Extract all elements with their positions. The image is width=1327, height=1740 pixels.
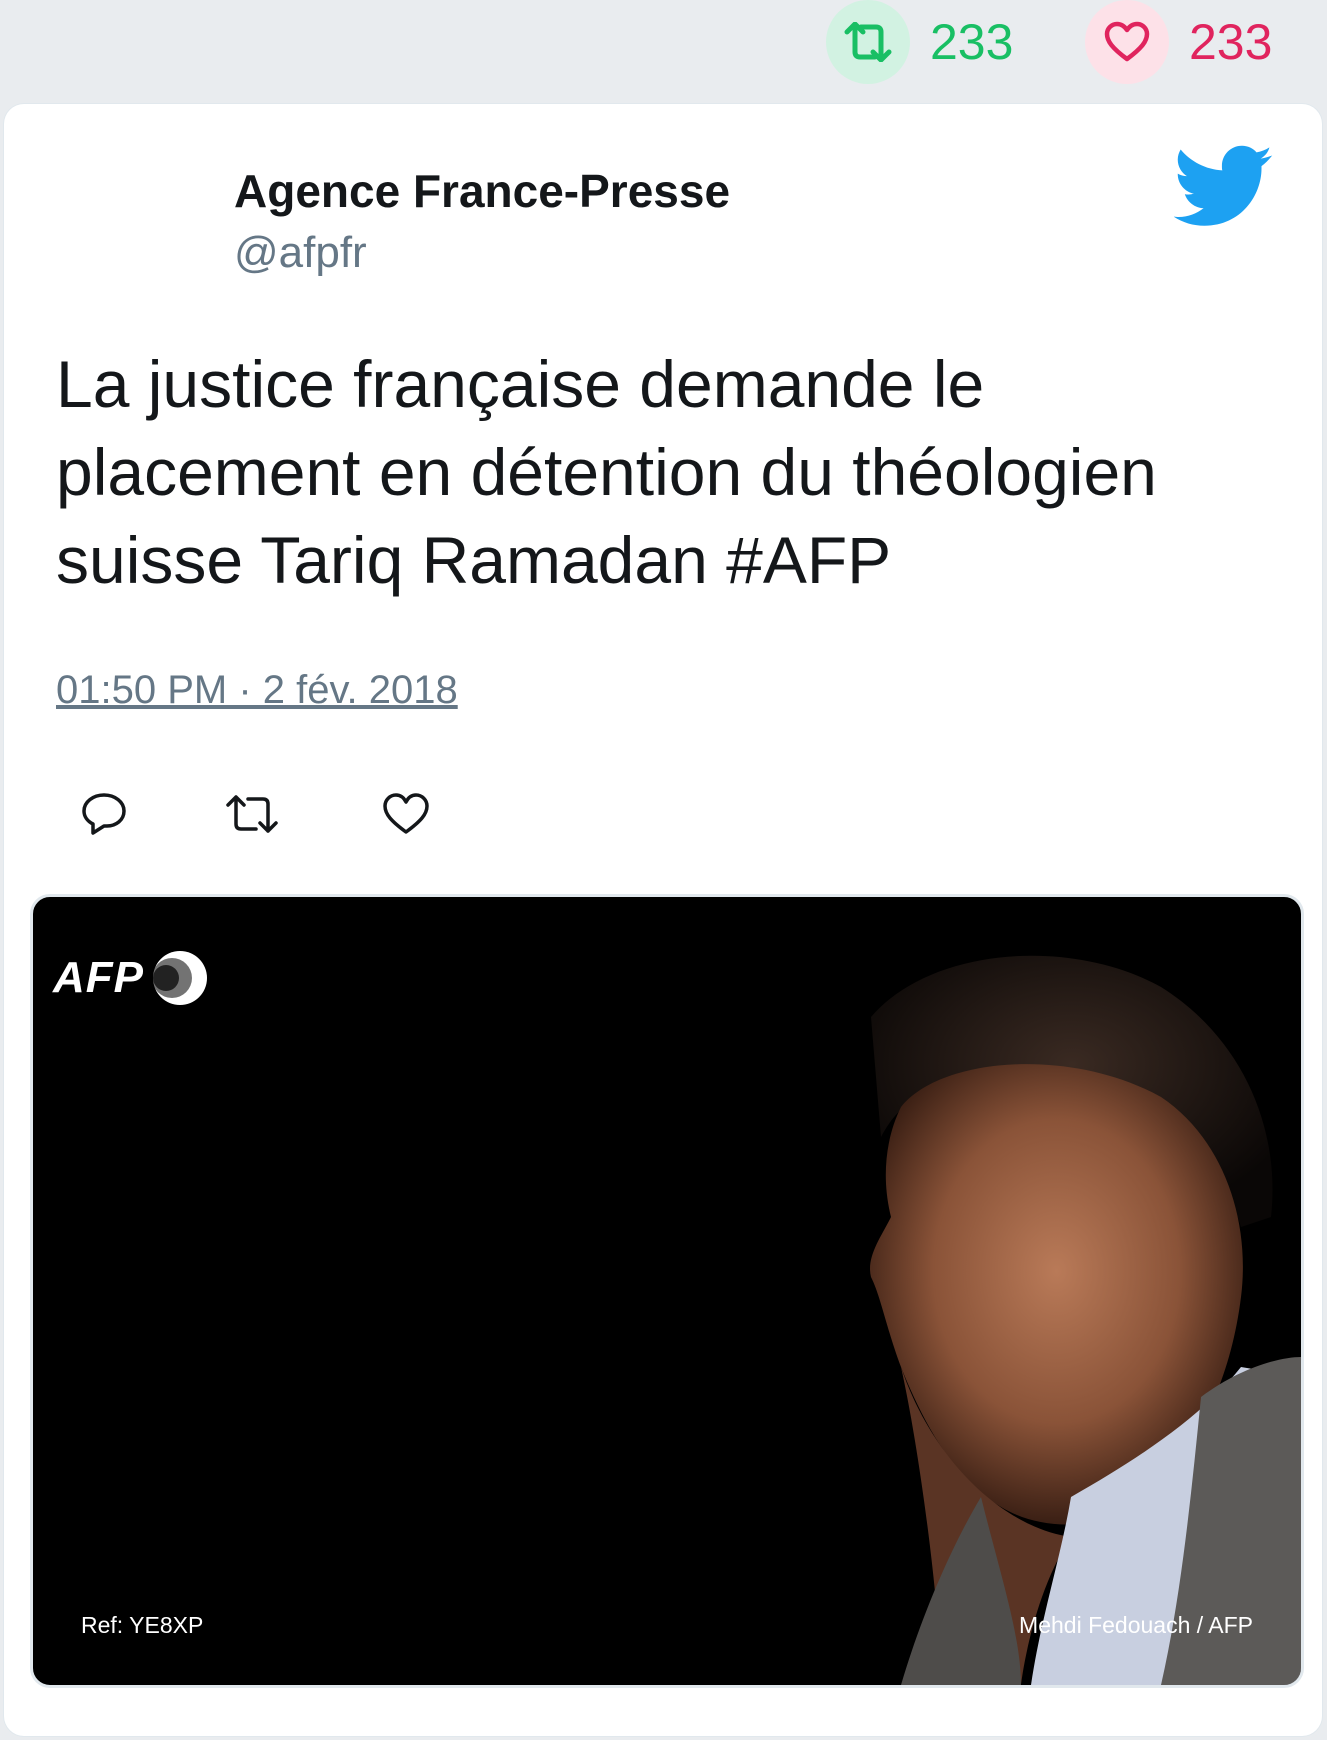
retweet-count: 233 xyxy=(930,14,1014,70)
stats-bar: 233 233 xyxy=(0,0,1327,100)
retweet-icon xyxy=(226,795,278,833)
retweet-stat-icon-bg xyxy=(826,0,910,84)
reply-icon xyxy=(82,793,126,835)
portrait-photo xyxy=(870,955,1301,1685)
tweet-text: La justice française demande le placemen… xyxy=(56,347,1157,597)
reply-button[interactable] xyxy=(74,784,134,844)
retweet-stat[interactable]: 233 xyxy=(826,0,1013,84)
afp-logo: AFP xyxy=(53,943,210,1013)
photo-reference: Ref: YE8XP xyxy=(81,1612,204,1638)
heart-icon xyxy=(1104,21,1150,62)
retweet-button[interactable] xyxy=(222,784,282,844)
photo-credit: Mehdi Fedouach / AFP xyxy=(1019,1612,1253,1638)
heart-icon xyxy=(383,793,429,834)
like-count: 233 xyxy=(1189,14,1273,70)
tweet-media-image[interactable]: AFP Ref: YE8XP Mehdi Fedouach / AFP xyxy=(30,894,1304,1688)
globe-icon xyxy=(152,951,207,1005)
tweet-card: Agence France-Presse @afpfr La justice f… xyxy=(4,104,1322,1736)
author-name[interactable]: Agence France-Presse xyxy=(234,164,730,218)
tweet-timestamp[interactable]: 01:50 PM · 2 fév. 2018 xyxy=(56,668,458,713)
like-button[interactable] xyxy=(376,784,436,844)
retweet-icon xyxy=(844,22,892,62)
twitter-bird-icon[interactable] xyxy=(1174,144,1274,230)
author-handle[interactable]: @afpfr xyxy=(234,228,367,278)
like-stat[interactable]: 233 xyxy=(1085,0,1272,84)
like-stat-icon-bg xyxy=(1085,0,1169,84)
afp-logo-text: AFP xyxy=(53,953,144,1002)
